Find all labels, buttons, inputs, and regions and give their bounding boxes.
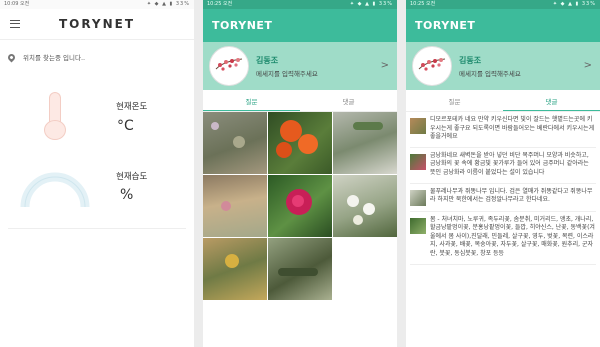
comment-text: 디모르포테카 네요 만약 키우신다면 빛이 잘드는 햇볕드는곳에 키우시는게 좋… bbox=[430, 116, 595, 141]
photo-item[interactable] bbox=[203, 112, 267, 174]
location-pin-icon bbox=[6, 52, 17, 62]
comment-text: 물푸레나무과 쥐똥나무 입니다. 검은 열매가 쥐똥같다고 쥐똥나무라 하지만 … bbox=[430, 187, 593, 204]
tab-comments[interactable]: 댓글 bbox=[503, 94, 600, 111]
photo-item[interactable] bbox=[203, 238, 267, 300]
profile-name: 김동조 bbox=[459, 55, 482, 65]
humidity-label: 현재습도 bbox=[116, 172, 148, 182]
temperature-label: 현재온도 bbox=[116, 102, 148, 112]
humidity-value: % bbox=[120, 187, 134, 203]
photo-item[interactable] bbox=[268, 238, 332, 300]
app-logo: TORYNET bbox=[58, 17, 136, 31]
questions-screen: 10:25 오전 ✦ ◆ ▲ ▮ 33% TORYNET 김동조 메세지를 입력… bbox=[203, 0, 397, 347]
app-title: TORYNET bbox=[212, 19, 273, 32]
location-row[interactable]: 위치를 찾는중 입니다.. bbox=[0, 46, 194, 68]
photo-item[interactable] bbox=[203, 175, 267, 237]
divider bbox=[8, 228, 186, 229]
top-app-bar: TORYNET bbox=[0, 9, 194, 40]
photo-item[interactable] bbox=[333, 175, 397, 237]
photo-grid bbox=[203, 112, 397, 300]
profile-message: 메세지를 입력해주세요 bbox=[256, 69, 318, 78]
humidity-gauge-icon bbox=[20, 172, 90, 208]
location-status: 위치를 찾는중 입니다.. bbox=[23, 54, 86, 62]
chevron-right-icon[interactable]: > bbox=[381, 60, 389, 71]
comment-thumbnail bbox=[410, 189, 426, 206]
profile-message: 메세지를 입력해주세요 bbox=[459, 69, 521, 78]
comment-item[interactable]: 물푸레나무과 쥐똥나무 입니다. 검은 열매가 쥐똥같다고 쥐똥나무라 하지만 … bbox=[410, 184, 596, 212]
comment-thumbnail bbox=[410, 217, 426, 234]
avatar bbox=[412, 46, 452, 86]
comment-thumbnail bbox=[410, 118, 426, 134]
app-header: 10:25 오전 ✦ ◆ ▲ ▮ 33% TORYNET bbox=[406, 0, 600, 42]
photo-item[interactable] bbox=[333, 112, 397, 174]
status-icons: ✦ ◆ ▲ ▮ 33% bbox=[146, 1, 190, 7]
thermometer-icon bbox=[44, 92, 66, 140]
profile-card[interactable]: 김동조 메세지를 입력해주세요 > bbox=[203, 42, 397, 90]
comment-item[interactable]: 디모르포테카 네요 만약 키우신다면 빛이 잘드는 햇볕드는곳에 키우시는게 좋… bbox=[410, 112, 596, 148]
app-header: 10:25 오전 ✦ ◆ ▲ ▮ 33% TORYNET bbox=[203, 0, 397, 42]
comment-item[interactable]: 금낭화네요 새벽돈을 받아 넣던 비단 복주머니 모양과 비슷하고, 금낭화의 … bbox=[410, 148, 596, 184]
home-screen: 10:09 오전 ✦ ◆ ▲ ▮ 33% TORYNET 위치를 찾는중 입니다… bbox=[0, 0, 194, 347]
avatar bbox=[209, 46, 249, 86]
status-time: 10:25 오전 bbox=[410, 1, 436, 7]
status-icons: ✦ ◆ ▲ ▮ 33% bbox=[552, 1, 596, 7]
profile-name: 김동조 bbox=[256, 55, 279, 65]
profile-card[interactable]: 김동조 메세지를 입력해주세요 > bbox=[406, 42, 600, 90]
comment-list: 디모르포테카 네요 만약 키우신다면 빛이 잘드는 햇볕드는곳에 키우시는게 좋… bbox=[406, 112, 600, 265]
photo-item[interactable] bbox=[268, 112, 332, 174]
photo-item[interactable] bbox=[268, 175, 332, 237]
temperature-value: °C bbox=[117, 118, 134, 134]
tab-comments[interactable]: 댓글 bbox=[300, 94, 397, 111]
status-bar: 10:09 오전 ✦ ◆ ▲ ▮ 33% bbox=[0, 0, 194, 9]
status-bar: 10:25 오전 ✦ ◆ ▲ ▮ 33% bbox=[203, 0, 397, 9]
tab-questions[interactable]: 질문 bbox=[203, 94, 300, 111]
tab-bar: 질문 댓글 bbox=[406, 94, 600, 112]
comments-screen: 10:25 오전 ✦ ◆ ▲ ▮ 33% TORYNET 김동조 메세지를 입력… bbox=[406, 0, 600, 347]
status-time: 10:25 오전 bbox=[207, 1, 233, 7]
app-title: TORYNET bbox=[415, 19, 476, 32]
comment-thumbnail bbox=[410, 153, 426, 170]
comment-text: 금낭화네요 새벽돈을 받아 넣던 비단 복주머니 모양과 비슷하고, 금낭화의 … bbox=[430, 151, 589, 176]
status-time: 10:09 오전 bbox=[4, 1, 30, 7]
tab-questions[interactable]: 질문 bbox=[406, 94, 503, 111]
photo-item-empty bbox=[333, 238, 397, 300]
comment-text: 봄 - 처녀치마, 노루귀, 족두리꽃, 솜분취, 미거리드, 앵초, 개나리,… bbox=[430, 215, 595, 257]
status-bar: 10:25 오전 ✦ ◆ ▲ ▮ 33% bbox=[406, 0, 600, 9]
tab-bar: 질문 댓글 bbox=[203, 94, 397, 112]
chevron-right-icon[interactable]: > bbox=[584, 60, 592, 71]
comment-item[interactable]: 봄 - 처녀치마, 노루귀, 족두리꽃, 솜분취, 미거리드, 앵초, 개나리,… bbox=[410, 212, 596, 265]
status-icons: ✦ ◆ ▲ ▮ 33% bbox=[349, 1, 393, 7]
menu-icon[interactable] bbox=[10, 20, 20, 28]
